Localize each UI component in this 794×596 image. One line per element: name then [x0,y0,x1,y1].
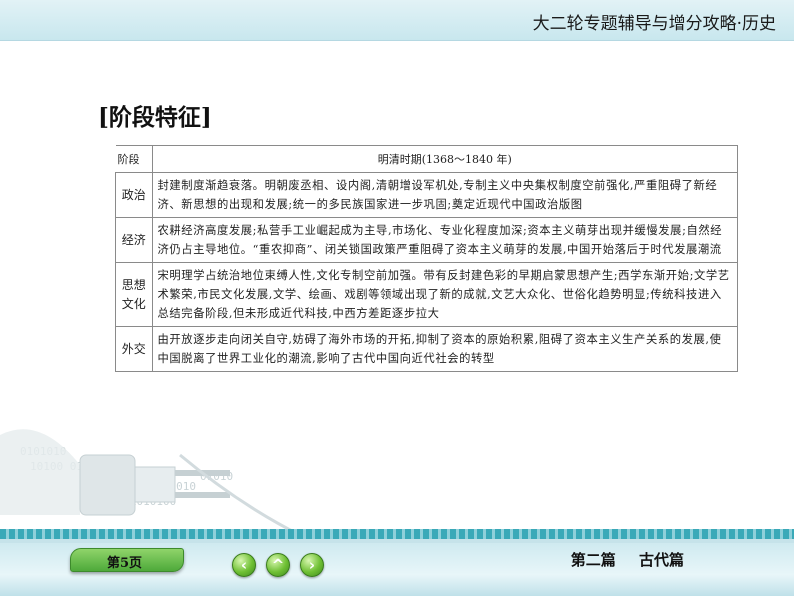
stage-features-table: 阶段 明清时期(1368～1840 年) 政治 封建制度渐趋衰落。明朝废丞相、设… [115,145,738,372]
col-header-stage: 阶段 [115,145,153,173]
home-up-button[interactable]: ^ [266,553,290,577]
page-number-label: 第5页 [107,556,143,571]
page-number-button[interactable]: 第5页 [70,548,184,572]
next-page-button[interactable]: › [300,553,324,577]
table-header-row: 阶段 明清时期(1368～1840 年) [115,145,738,173]
row-category-diplomacy: 外交 [115,326,153,372]
col-header-period: 明清时期(1368～1840 年) [151,145,738,173]
prev-page-button[interactable]: ‹ [232,553,256,577]
table-row: 政治 封建制度渐趋衰落。明朝废丞相、设内阁,清朝增设军机处,专制主义中央集权制度… [115,172,738,218]
binary-plug-decoration: 0101010 10100 0101 0000101010101010 0101… [0,429,301,537]
book-title: 大二轮专题辅导与增分攻略·历史 [532,14,776,34]
row-text-diplomacy: 由开放逐步走向闭关自守,妨碍了海外市场的开拓,抑制了资本的原始积累,阻碍了资本主… [151,326,738,372]
row-category-economy: 经济 [115,217,153,263]
row-text-culture: 宋明理学占统治地位束缚人性,文化专制空前加强。带有反封建色彩的早期启蒙思想产生;… [151,262,738,327]
table-row: 外交 由开放逐步走向闭关自守,妨碍了海外市场的开拓,抑制了资本的原始积累,阻碍了… [115,326,738,372]
row-category-politics: 政治 [115,172,153,218]
row-text-politics: 封建制度渐趋衰落。明朝废丞相、设内阁,清朝增设军机处,专制主义中央集权制度空前强… [151,172,738,218]
section-label: 第二篇 古代篇 [570,551,684,569]
chevron-up-icon: ^ [271,556,285,574]
chevron-left-icon: ‹ [240,556,248,574]
table-row: 经济 农耕经济高度发展;私营手工业崛起成为主导,市场化、专业化程度加深;资本主义… [115,217,738,263]
table-row: 思想文化 宋明理学占统治地位束缚人性,文化专制空前加强。带有反封建色彩的早期启蒙… [115,262,738,327]
page-heading: [阶段特征] [98,104,212,131]
chevron-right-icon: › [308,556,316,574]
row-category-culture: 思想文化 [115,262,153,327]
top-header-bar: 大二轮专题辅导与增分攻略·历史 [0,0,794,41]
row-text-economy: 农耕经济高度发展;私营手工业崛起成为主导,市场化、专业化程度加深;资本主义萌芽出… [151,217,738,263]
ruler-stripe [0,529,794,539]
